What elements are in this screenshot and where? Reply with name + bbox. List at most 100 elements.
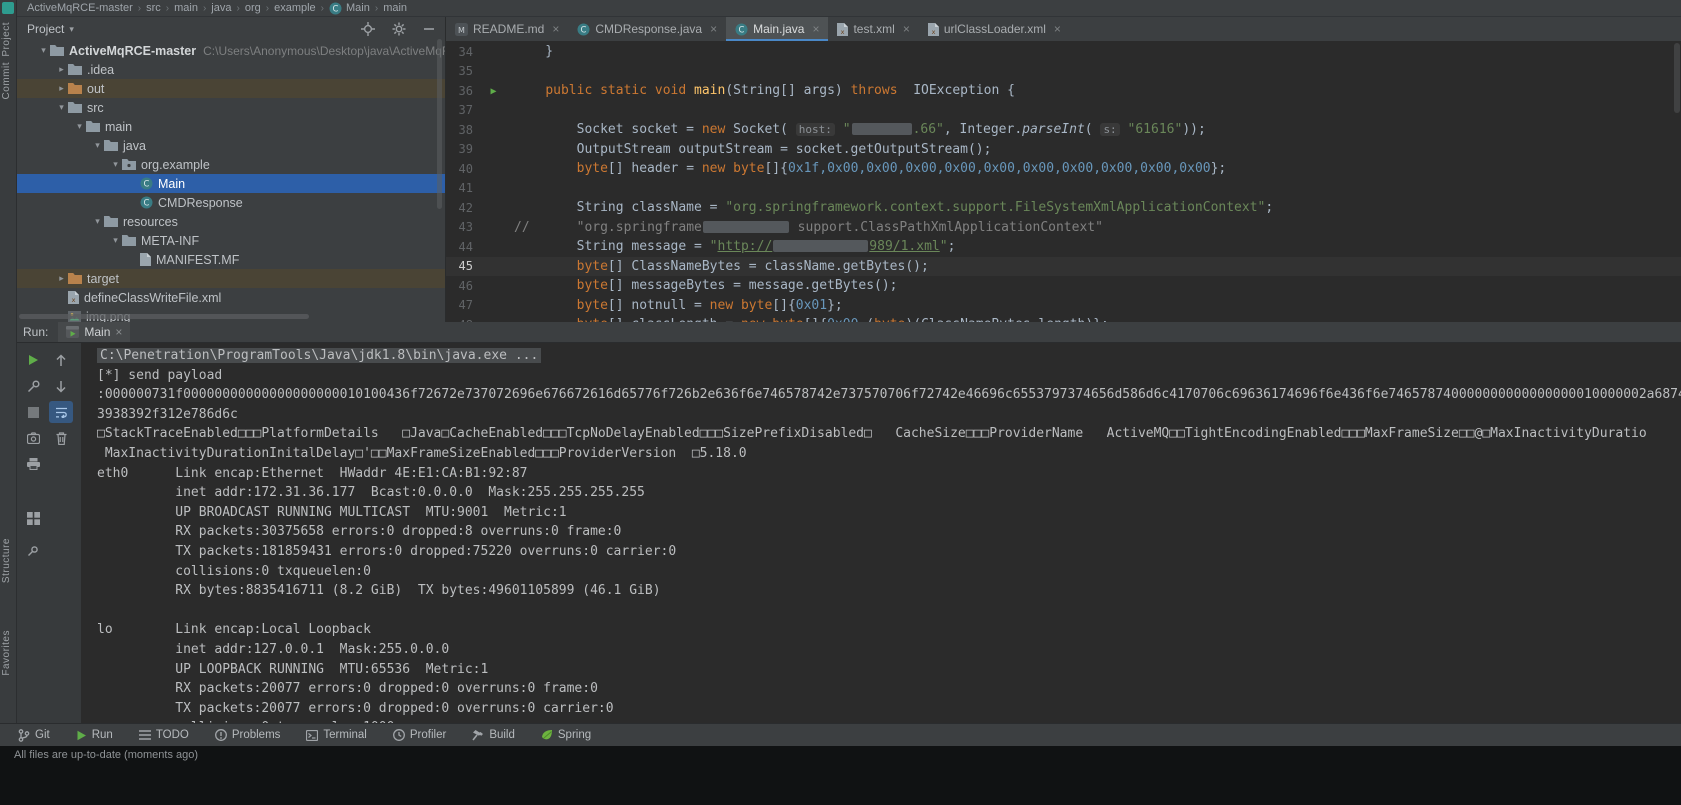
code-text: String className = "org.springframework.… bbox=[514, 200, 1681, 215]
tree-item-src[interactable]: ▾src bbox=[17, 98, 445, 117]
settings-button[interactable] bbox=[392, 22, 406, 36]
tree-item-target[interactable]: ▸target bbox=[17, 269, 445, 288]
status-spring[interactable]: Spring bbox=[541, 729, 591, 741]
tree-item-main[interactable]: CMain bbox=[17, 174, 445, 193]
tree-item-defineclasswritefile-xml[interactable]: xdefineClassWriteFile.xml bbox=[17, 288, 445, 307]
rerun-button[interactable] bbox=[21, 349, 45, 371]
tree-item-java[interactable]: ▾ java bbox=[17, 136, 445, 155]
breadcrumb-separator-icon: › bbox=[375, 3, 378, 14]
run-tab-label: Main bbox=[84, 325, 110, 339]
tree-item-label: java bbox=[123, 139, 146, 153]
tree-item-label: META-INF bbox=[141, 234, 199, 248]
line-number: 40 bbox=[446, 162, 473, 176]
crumb-main[interactable]: CMain bbox=[329, 2, 370, 15]
toolwindow-tab-favorites[interactable]: Favorites bbox=[1, 630, 16, 676]
close-icon[interactable]: × bbox=[115, 325, 122, 339]
toolwindow-tab-commit[interactable]: Commit bbox=[1, 62, 16, 99]
locate-button[interactable] bbox=[361, 22, 375, 36]
status-todo[interactable]: TODO bbox=[139, 729, 189, 741]
editor-scrollbar[interactable] bbox=[1674, 43, 1680, 113]
crumb-src[interactable]: src bbox=[146, 2, 161, 14]
chevron-collapsed-icon[interactable]: ▸ bbox=[55, 64, 68, 75]
chevron-collapsed-icon[interactable]: ▸ bbox=[55, 83, 68, 94]
trash-button[interactable] bbox=[49, 427, 73, 449]
hide-button[interactable] bbox=[423, 23, 435, 35]
console-line: lo Link encap:Local Loopback bbox=[97, 620, 1681, 640]
layout-button[interactable] bbox=[21, 507, 45, 529]
close-tab-icon[interactable]: × bbox=[552, 22, 559, 36]
pin-button[interactable] bbox=[21, 540, 45, 562]
status-run[interactable]: Run bbox=[76, 729, 113, 741]
up-button[interactable] bbox=[49, 349, 73, 371]
chevron-down-icon[interactable]: ▾ bbox=[69, 24, 74, 35]
tree-item-manifest-mf[interactable]: MANIFEST.MF bbox=[17, 250, 445, 269]
console-line: TX packets:181859431 errors:0 dropped:75… bbox=[97, 542, 1681, 562]
chevron-expanded-icon[interactable]: ▾ bbox=[73, 121, 86, 132]
chevron-expanded-icon[interactable]: ▾ bbox=[91, 216, 104, 227]
folder-icon bbox=[122, 235, 136, 246]
close-tab-icon[interactable]: × bbox=[812, 22, 819, 36]
code-line-48: 48 byte[] classLength = new byte[]{0x00,… bbox=[446, 315, 1681, 322]
close-tab-icon[interactable]: × bbox=[1054, 22, 1061, 36]
project-panel-header: Project ▾ bbox=[17, 17, 445, 41]
tree-item-label: resources bbox=[123, 215, 178, 229]
code-text: byte[] ClassNameBytes = className.getByt… bbox=[514, 259, 1681, 274]
wrench-button[interactable] bbox=[21, 375, 45, 397]
screenshot-button[interactable] bbox=[21, 427, 45, 449]
tree-item-out[interactable]: ▸out bbox=[17, 79, 445, 98]
editor-tab-cmdresponse-java[interactable]: CCMDResponse.java× bbox=[568, 17, 726, 41]
chevron-expanded-icon[interactable]: ▾ bbox=[109, 235, 122, 246]
class-icon: C bbox=[140, 177, 153, 190]
status-git[interactable]: Git bbox=[18, 729, 50, 742]
crumb-main[interactable]: main bbox=[383, 2, 407, 14]
tree-item-org-example[interactable]: ▾org.example bbox=[17, 155, 445, 174]
crumb-activemqrce-master[interactable]: ActiveMqRCE-master bbox=[27, 2, 133, 14]
status-problems[interactable]: Problems bbox=[215, 729, 281, 741]
run-tab-main[interactable]: Main × bbox=[58, 322, 130, 342]
tree-item-meta-inf[interactable]: ▾ META-INF bbox=[17, 231, 445, 250]
editor-tab-readme-md[interactable]: MREADME.md× bbox=[446, 17, 568, 41]
project-tree-horizontal-scrollbar[interactable] bbox=[19, 314, 309, 319]
toolwindow-tab-project[interactable]: Project bbox=[1, 22, 16, 57]
project-panel-title[interactable]: Project bbox=[27, 22, 64, 36]
chevron-expanded-icon[interactable]: ▾ bbox=[91, 140, 104, 151]
editor-tab-test-xml[interactable]: xtest.xml× bbox=[828, 17, 918, 41]
close-tab-icon[interactable]: × bbox=[903, 22, 910, 36]
print-button[interactable] bbox=[21, 453, 45, 475]
crumb-java[interactable]: java bbox=[211, 2, 231, 14]
chevron-expanded-icon[interactable]: ▾ bbox=[55, 102, 68, 113]
chevron-collapsed-icon[interactable]: ▸ bbox=[55, 273, 68, 284]
project-tree-vertical-scrollbar[interactable] bbox=[437, 39, 442, 209]
crumb-org[interactable]: org bbox=[245, 2, 261, 14]
code-editor[interactable]: 34 }3536▶ public static void main(String… bbox=[446, 41, 1681, 322]
line-number: 45 bbox=[446, 259, 473, 273]
tree-item-idea[interactable]: ▸.idea bbox=[17, 60, 445, 79]
editor-tab-urlclassloader-xml[interactable]: xurlClassLoader.xml× bbox=[919, 17, 1070, 41]
status-profiler[interactable]: Profiler bbox=[393, 729, 446, 741]
crumb-main[interactable]: main bbox=[174, 2, 198, 14]
folder-icon bbox=[68, 64, 82, 75]
editor-tab-main-java[interactable]: CMain.java× bbox=[726, 17, 828, 41]
soft-wrap-button[interactable] bbox=[49, 401, 73, 423]
status-label: Terminal bbox=[323, 729, 366, 741]
down-button[interactable] bbox=[49, 375, 73, 397]
tree-item-activemqrce-master[interactable]: ▾ActiveMqRCE-masterC:\Users\Anonymous\De… bbox=[17, 41, 445, 60]
editor-tab-label: Main.java bbox=[753, 22, 804, 36]
run-line-icon[interactable]: ▶ bbox=[490, 86, 496, 97]
status-terminal[interactable]: Terminal bbox=[306, 729, 366, 741]
close-tab-icon[interactable]: × bbox=[710, 22, 717, 36]
line-number: 35 bbox=[446, 64, 473, 78]
svg-text:x: x bbox=[931, 28, 935, 36]
tree-item-main[interactable]: ▾main bbox=[17, 117, 445, 136]
code-line-38: 38 Socket socket = new Socket( host: ".6… bbox=[446, 120, 1681, 140]
stop-button[interactable] bbox=[21, 401, 45, 423]
status-build[interactable]: Build bbox=[472, 729, 515, 741]
chevron-expanded-icon[interactable]: ▾ bbox=[109, 159, 122, 170]
crumb-example[interactable]: example bbox=[274, 2, 316, 14]
chevron-expanded-icon[interactable]: ▾ bbox=[37, 45, 50, 56]
toolwindow-tab-structure[interactable]: Structure bbox=[1, 538, 16, 583]
run-console[interactable]: C:\Penetration\ProgramTools\Java\jdk1.8\… bbox=[81, 343, 1681, 723]
tree-item-cmdresponse[interactable]: CCMDResponse bbox=[17, 193, 445, 212]
line-number: 43 bbox=[446, 220, 473, 234]
tree-item-resources[interactable]: ▾ resources bbox=[17, 212, 445, 231]
